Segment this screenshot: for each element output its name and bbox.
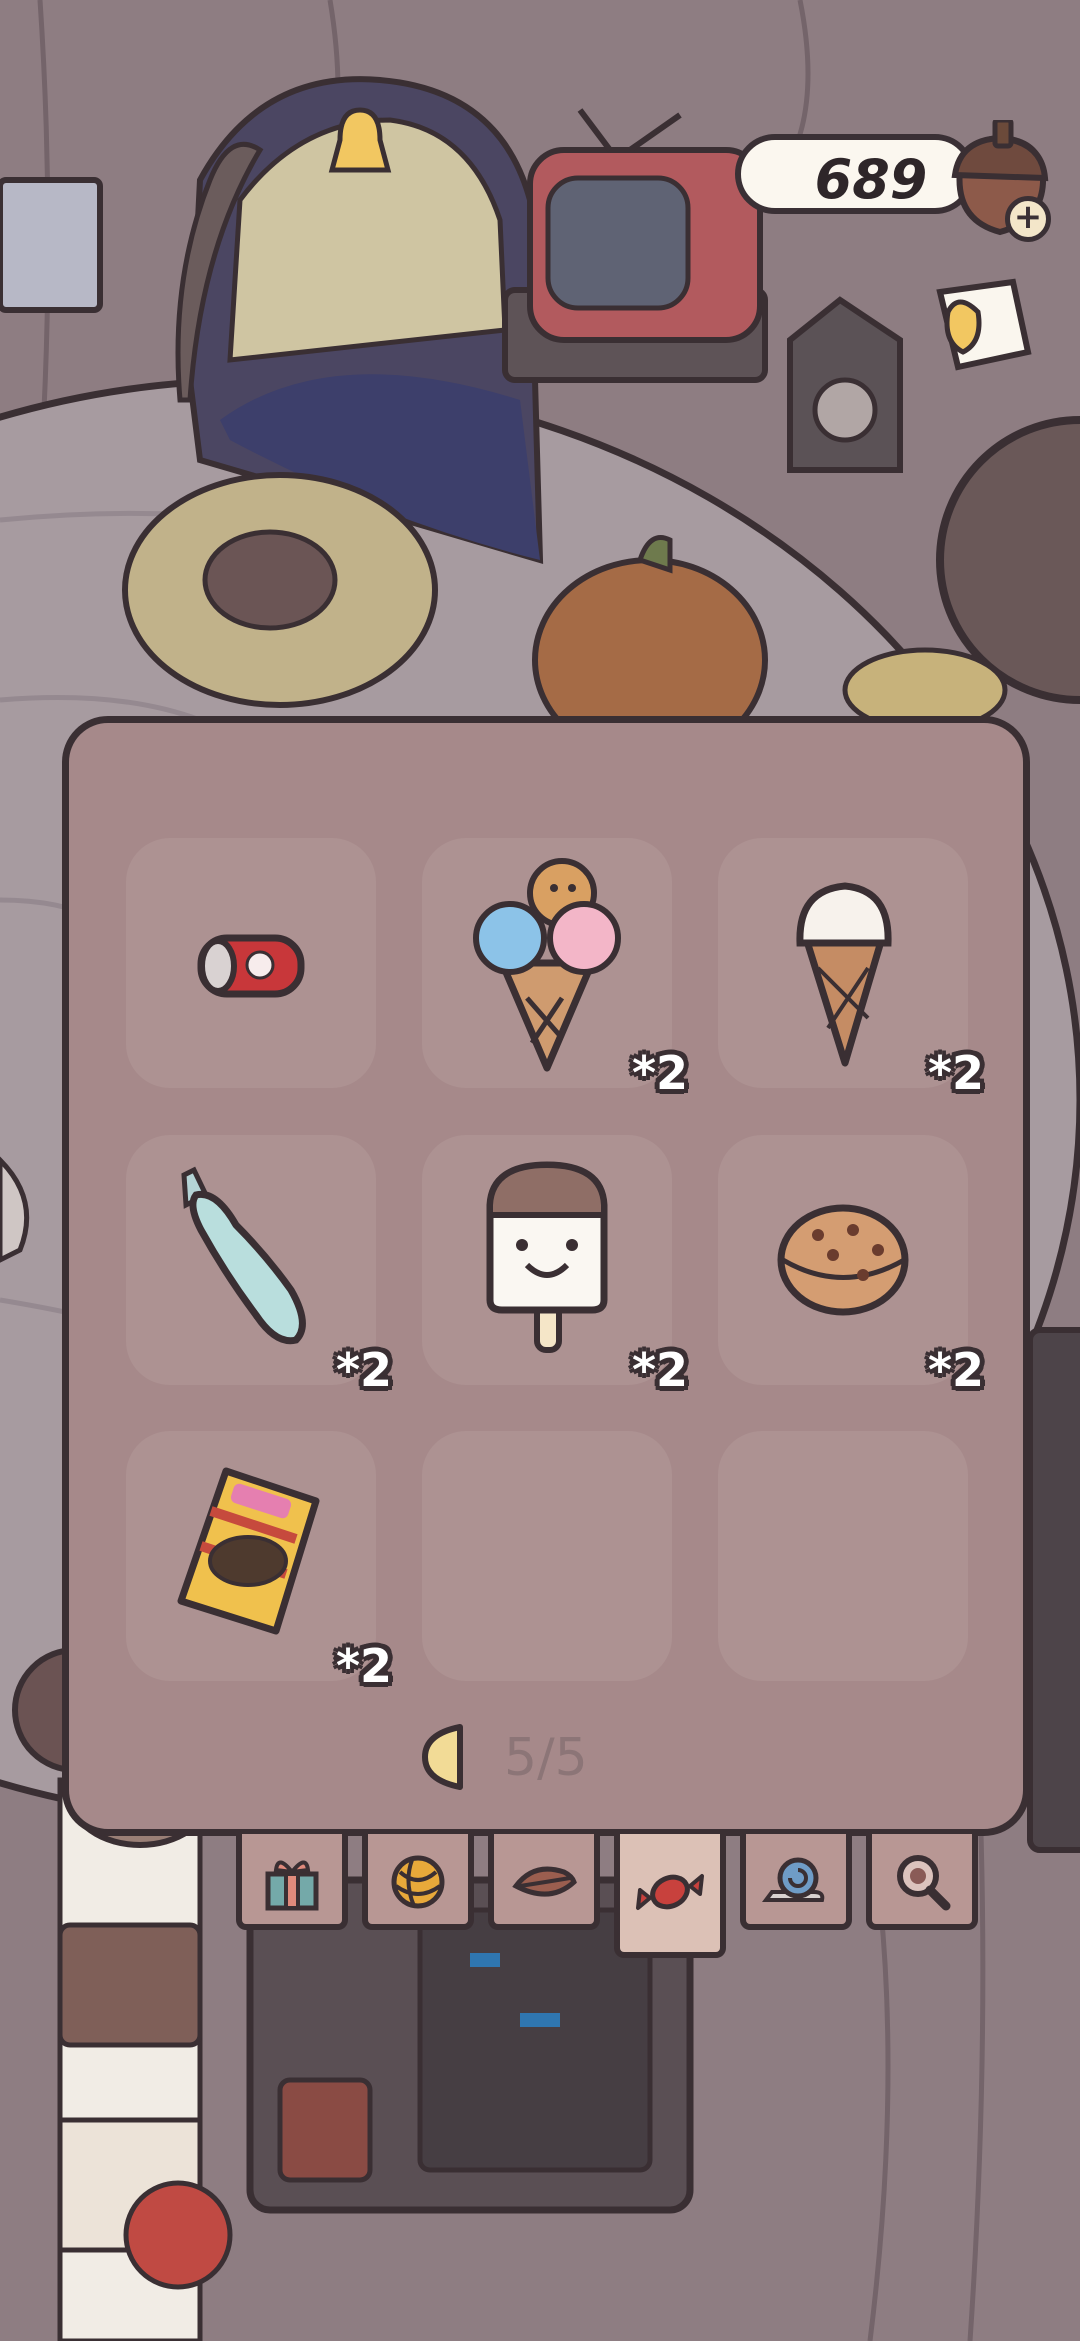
- inventory-slot-4[interactable]: *2: [126, 1135, 392, 1397]
- add-acorns-button[interactable]: +: [1005, 196, 1051, 242]
- tab-search[interactable]: [866, 1834, 978, 1930]
- item-count: *2: [631, 1343, 688, 1397]
- previous-page-arrow-icon[interactable]: [420, 1722, 470, 1792]
- inventory-slot-1[interactable]: [126, 838, 376, 1088]
- gift-icon: [265, 1860, 319, 1911]
- tab-candy[interactable]: [614, 1834, 726, 1958]
- inventory-slot-2[interactable]: *2: [422, 838, 688, 1100]
- item-count: *2: [335, 1343, 392, 1397]
- paper-tool-icon[interactable]: [928, 272, 1038, 382]
- inventory-slot-7[interactable]: *2: [126, 1431, 392, 1693]
- item-count: *2: [631, 1046, 688, 1100]
- tab-leaves[interactable]: [488, 1834, 600, 1930]
- inventory-slot-9[interactable]: [718, 1431, 968, 1681]
- candy-icon: [636, 1874, 704, 1910]
- soda-can-icon: [197, 934, 305, 998]
- inventory-slot-5[interactable]: *2: [422, 1135, 688, 1397]
- leaf-icon: [512, 1866, 577, 1897]
- page-indicator: 5/5: [504, 1728, 588, 1788]
- inventory-slot-6[interactable]: *2: [718, 1135, 984, 1397]
- pagination: 5/5: [420, 1722, 680, 1792]
- tab-gifts[interactable]: [236, 1834, 348, 1930]
- item-count: *2: [927, 1343, 984, 1397]
- acorn-count: 689: [814, 148, 928, 211]
- yarn-icon: [391, 1855, 445, 1909]
- inventory-slot-8[interactable]: [422, 1431, 672, 1681]
- tab-snails[interactable]: [740, 1834, 852, 1930]
- snail-icon: [762, 1857, 825, 1902]
- magnifier-icon: [897, 1855, 951, 1911]
- inventory-panel: *2 *2 *2 *2 *2 *2: [62, 716, 1030, 1836]
- item-count: *2: [927, 1046, 984, 1100]
- tab-yarn[interactable]: [362, 1834, 474, 1930]
- item-count: *2: [335, 1639, 392, 1693]
- inventory-slot-3[interactable]: *2: [718, 838, 984, 1100]
- acorn-counter: 689: [735, 134, 975, 214]
